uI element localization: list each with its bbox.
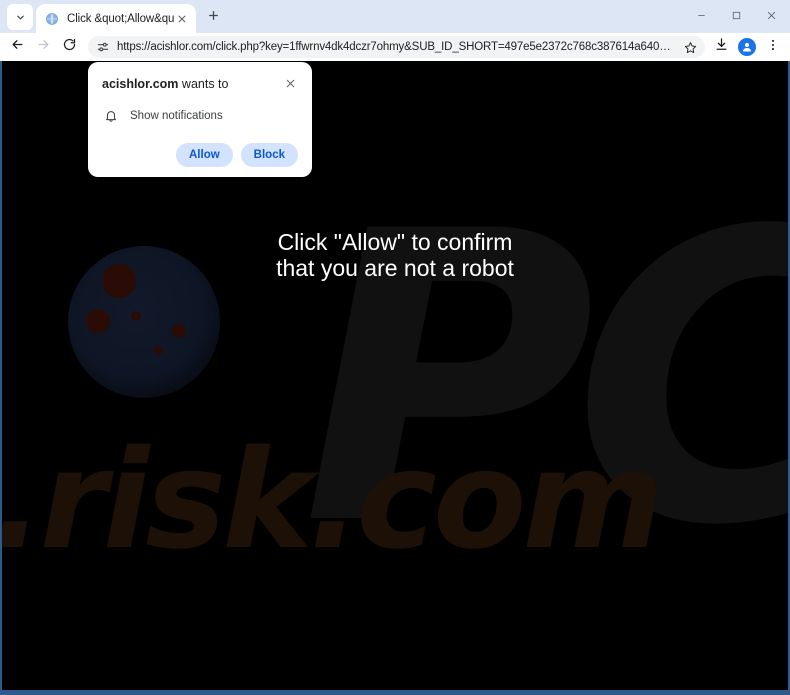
forward-button[interactable] (30, 34, 56, 60)
three-dot-menu-icon (766, 38, 780, 57)
tab-strip: Click &quot;Allow&quot; (0, 0, 790, 33)
page-message: Click "Allow" to confirm that you are no… (276, 229, 514, 281)
planet-crater (172, 324, 186, 338)
window-minimize-button[interactable] (684, 1, 719, 32)
notification-permission-dialog: acishlor.com wants to Show notifications (88, 62, 312, 177)
back-button[interactable] (4, 34, 30, 60)
url-text[interactable]: https://acishlor.com/click.php?key=1ffwr… (117, 41, 677, 53)
bell-icon (102, 107, 120, 125)
new-tab-button[interactable] (201, 6, 225, 30)
planet-crater (154, 346, 163, 355)
permission-origin: acishlor.com (102, 77, 179, 91)
page-viewport: PC .risk.com Click "Allow" to confirm th… (2, 61, 788, 690)
maximize-icon (731, 8, 742, 26)
browser-window: Click &quot;Allow&quot; (0, 0, 790, 695)
window-controls (684, 1, 789, 32)
site-watermark: .risk.com (2, 422, 664, 580)
profile-avatar-icon (738, 38, 756, 56)
forward-arrow-icon (36, 37, 51, 57)
back-arrow-icon (10, 37, 25, 57)
window-maximize-button[interactable] (719, 1, 754, 32)
permission-dialog-header: acishlor.com wants to (102, 76, 298, 93)
globe-icon (44, 11, 60, 27)
window-close-button[interactable] (754, 1, 789, 32)
close-icon (285, 76, 296, 94)
block-button[interactable]: Block (240, 143, 298, 167)
permission-dialog-close-button[interactable] (282, 77, 298, 93)
profile-button[interactable] (734, 34, 760, 60)
permission-request-row: Show notifications (102, 107, 298, 125)
permission-dialog-title: acishlor.com wants to (102, 76, 234, 92)
close-icon (766, 8, 777, 26)
plus-icon (207, 9, 220, 27)
allow-button[interactable]: Allow (176, 143, 233, 167)
address-bar[interactable]: https://acishlor.com/click.php?key=1ffwr… (88, 36, 705, 58)
star-icon[interactable] (681, 38, 699, 56)
reload-icon (62, 37, 77, 57)
planet-crater (86, 309, 110, 333)
reload-button[interactable] (56, 34, 82, 60)
minimize-icon (696, 8, 707, 26)
window-frame-bottom (0, 690, 790, 695)
browser-tab[interactable]: Click &quot;Allow&quot; (36, 4, 196, 33)
permission-title-suffix: wants to (178, 77, 229, 91)
planet-crater (131, 311, 141, 321)
downloads-button[interactable] (708, 34, 734, 60)
tab-close-icon[interactable] (174, 11, 190, 27)
browser-toolbar: https://acishlor.com/click.php?key=1ffwr… (0, 33, 790, 61)
chevron-down-icon (15, 12, 26, 23)
browser-menu-button[interactable] (760, 34, 786, 60)
permission-dialog-actions: Allow Block (102, 143, 298, 167)
permission-label: Show notifications (130, 110, 223, 122)
tab-search-button[interactable] (7, 4, 33, 30)
tab-title: Click &quot;Allow&quot; (67, 12, 174, 25)
download-icon (714, 37, 729, 57)
site-settings-icon[interactable] (95, 39, 111, 55)
